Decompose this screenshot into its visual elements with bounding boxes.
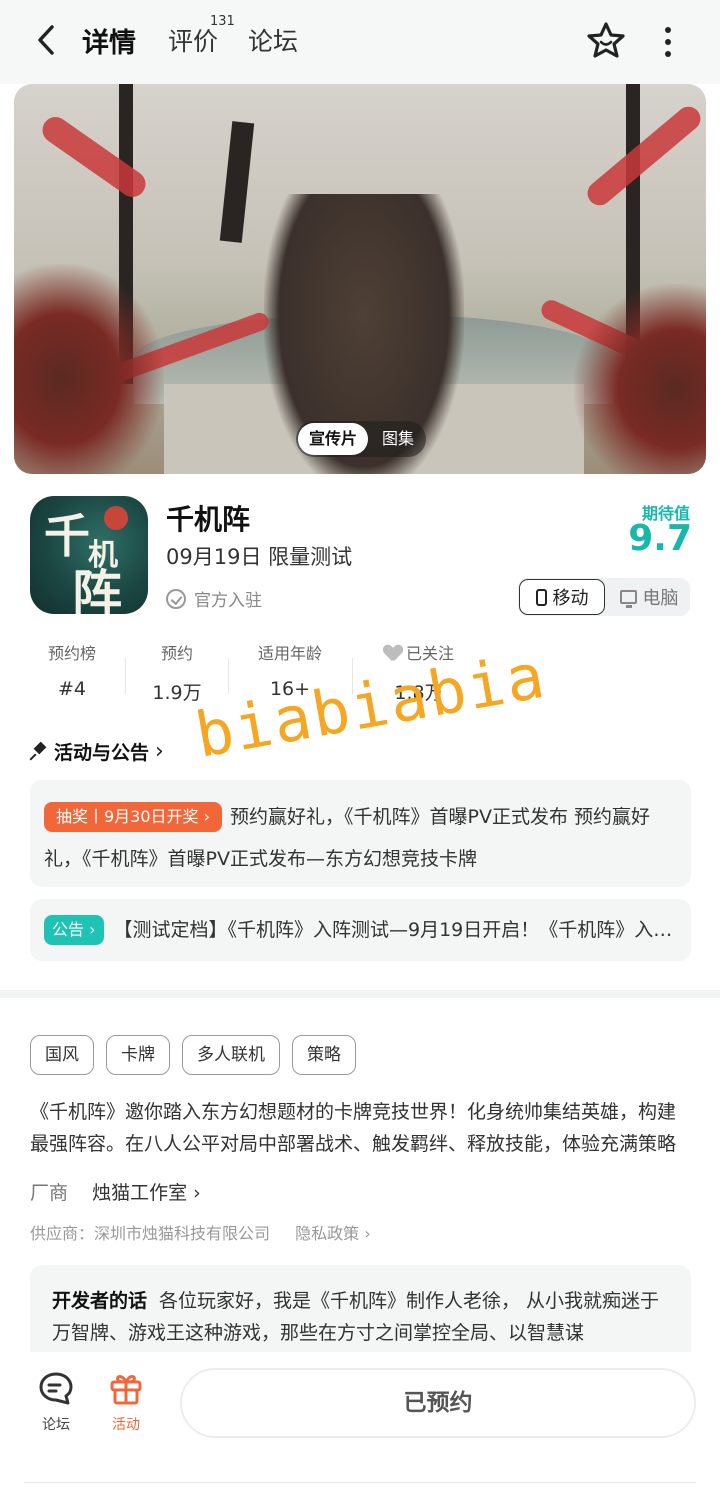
developer-note[interactable]: 开发者的话 各位玩家好，我是《千机阵》制作人老徐， 从小我就痴迷于万智牌、游戏王这… bbox=[30, 1265, 691, 1355]
notice-tag: 公告 › bbox=[44, 915, 104, 945]
more-options-icon[interactable] bbox=[660, 27, 676, 57]
hero-soldier-right bbox=[574, 284, 706, 474]
tab-forum-label: 论坛 bbox=[248, 27, 299, 56]
expect-score: 9.7 bbox=[628, 518, 692, 559]
platform-mobile-label: 移动 bbox=[552, 588, 589, 609]
maker-row[interactable]: 厂商 烛猫工作室 › bbox=[30, 1178, 201, 1205]
chevron-right-icon: › bbox=[155, 739, 164, 764]
game-description[interactable]: 《千机阵》邀你踏入东方幻想题材的卡牌竞技世界！化身统帅集结英雄，构建最强阵容。在… bbox=[30, 1096, 692, 1160]
platform-pc-label: 电脑 bbox=[642, 588, 679, 609]
maker-label: 厂商 bbox=[30, 1182, 69, 1204]
tab-review-label: 评价 bbox=[168, 27, 219, 56]
media-tab-video[interactable]: 宣传片 bbox=[298, 423, 368, 455]
genre-tag[interactable]: 国风 bbox=[30, 1035, 94, 1075]
game-title: 千机阵 bbox=[166, 503, 251, 536]
stat-divider bbox=[125, 658, 126, 694]
stat-label: 预约 bbox=[160, 644, 193, 663]
forum-label: 论坛 bbox=[42, 1417, 70, 1433]
activities-title: 活动与公告 bbox=[54, 742, 150, 764]
activity-label: 活动 bbox=[112, 1417, 140, 1433]
game-app-icon: 千机阵 bbox=[30, 496, 148, 614]
bottom-action-bar: 论坛 活动 已预约 bbox=[0, 1352, 720, 1500]
hero-ribbon bbox=[582, 101, 706, 211]
developer-note-label: 开发者的话 bbox=[52, 1290, 148, 1312]
privacy-policy-link[interactable]: 隐私政策 › bbox=[295, 1224, 371, 1243]
back-arrow-icon[interactable] bbox=[32, 22, 64, 58]
platform-toggle: 移动 电脑 bbox=[518, 578, 690, 616]
maker-name: 烛猫工作室 › bbox=[92, 1182, 201, 1204]
release-info: 09月19日 限量测试 bbox=[166, 545, 353, 569]
genre-tag[interactable]: 多人联机 bbox=[182, 1035, 280, 1075]
lottery-tag: 抽奖丨9月30日开奖 › bbox=[44, 802, 223, 832]
tab-review[interactable]: 评价 131 bbox=[168, 14, 235, 58]
bottom-activity-button[interactable]: 活动 bbox=[96, 1370, 156, 1434]
stat-divider bbox=[228, 658, 229, 694]
phone-icon bbox=[535, 588, 547, 606]
verified-check-icon bbox=[166, 588, 186, 609]
hero-banner bbox=[219, 121, 255, 243]
heart-icon bbox=[384, 645, 402, 661]
hero-media[interactable]: 宣传片 图集 bbox=[14, 84, 706, 474]
platform-pc-button[interactable]: 电脑 bbox=[610, 579, 688, 615]
activity-card-lottery[interactable]: 抽奖丨9月30日开奖 › 预约赢好礼，《千机阵》首曝PV正式发布 预约赢好礼，《千… bbox=[30, 780, 691, 887]
stat-value: #4 bbox=[57, 678, 86, 700]
genre-tags: 国风 卡牌 多人联机 策略 bbox=[30, 1035, 356, 1075]
icon-seal bbox=[104, 506, 128, 530]
genre-tag[interactable]: 策略 bbox=[292, 1035, 356, 1075]
activity-card-notice[interactable]: 公告 › 【测试定档】《千机阵》入阵测试—9月19日开启！《千机阵》入阵测试—9月… bbox=[30, 899, 691, 961]
hero-ribbon bbox=[37, 111, 151, 203]
reserved-button[interactable]: 已预约 bbox=[180, 1368, 696, 1438]
gift-icon bbox=[108, 1370, 144, 1406]
notice-text: 【测试定档】《千机阵》入阵测试—9月19日开启！《千机阵》入阵测试—9月19日开… bbox=[113, 919, 685, 941]
favorite-star-icon[interactable] bbox=[585, 20, 627, 60]
media-tab-gallery[interactable]: 图集 bbox=[374, 423, 422, 455]
bottom-divider bbox=[24, 1482, 696, 1483]
stat-label: 预约榜 bbox=[47, 644, 96, 663]
tab-forum[interactable]: 论坛 bbox=[248, 22, 298, 58]
forum-chat-icon bbox=[38, 1370, 74, 1406]
media-toggle: 宣传片 图集 bbox=[296, 421, 426, 457]
genre-tag[interactable]: 卡牌 bbox=[106, 1035, 170, 1075]
monitor-icon bbox=[619, 590, 637, 608]
hero-soldier-left bbox=[14, 264, 164, 474]
supplier-text: 供应商：深圳市烛猫科技有限公司 bbox=[30, 1224, 271, 1243]
bottom-forum-button[interactable]: 论坛 bbox=[26, 1370, 86, 1434]
official-badge: 官方入驻 bbox=[166, 586, 262, 611]
activities-header[interactable]: 活动与公告 › bbox=[30, 738, 164, 765]
official-label: 官方入驻 bbox=[194, 591, 262, 611]
review-count-badge: 131 bbox=[210, 14, 235, 29]
tab-detail-label: 详情 bbox=[82, 28, 136, 59]
stat-rank[interactable]: 预约榜 #4 bbox=[40, 640, 104, 700]
platform-mobile-button[interactable]: 移动 bbox=[519, 579, 605, 615]
stat-reservations: 预约 1.9万 bbox=[144, 640, 210, 705]
supplier-row: 供应商：深圳市烛猫科技有限公司 隐私政策 › bbox=[30, 1220, 371, 1244]
pin-icon bbox=[30, 743, 48, 761]
section-divider bbox=[0, 990, 720, 998]
stat-label: 适用年龄 bbox=[257, 644, 322, 663]
top-bar: 详情 评价 131 论坛 bbox=[0, 0, 720, 84]
tab-detail[interactable]: 详情 bbox=[82, 21, 136, 64]
